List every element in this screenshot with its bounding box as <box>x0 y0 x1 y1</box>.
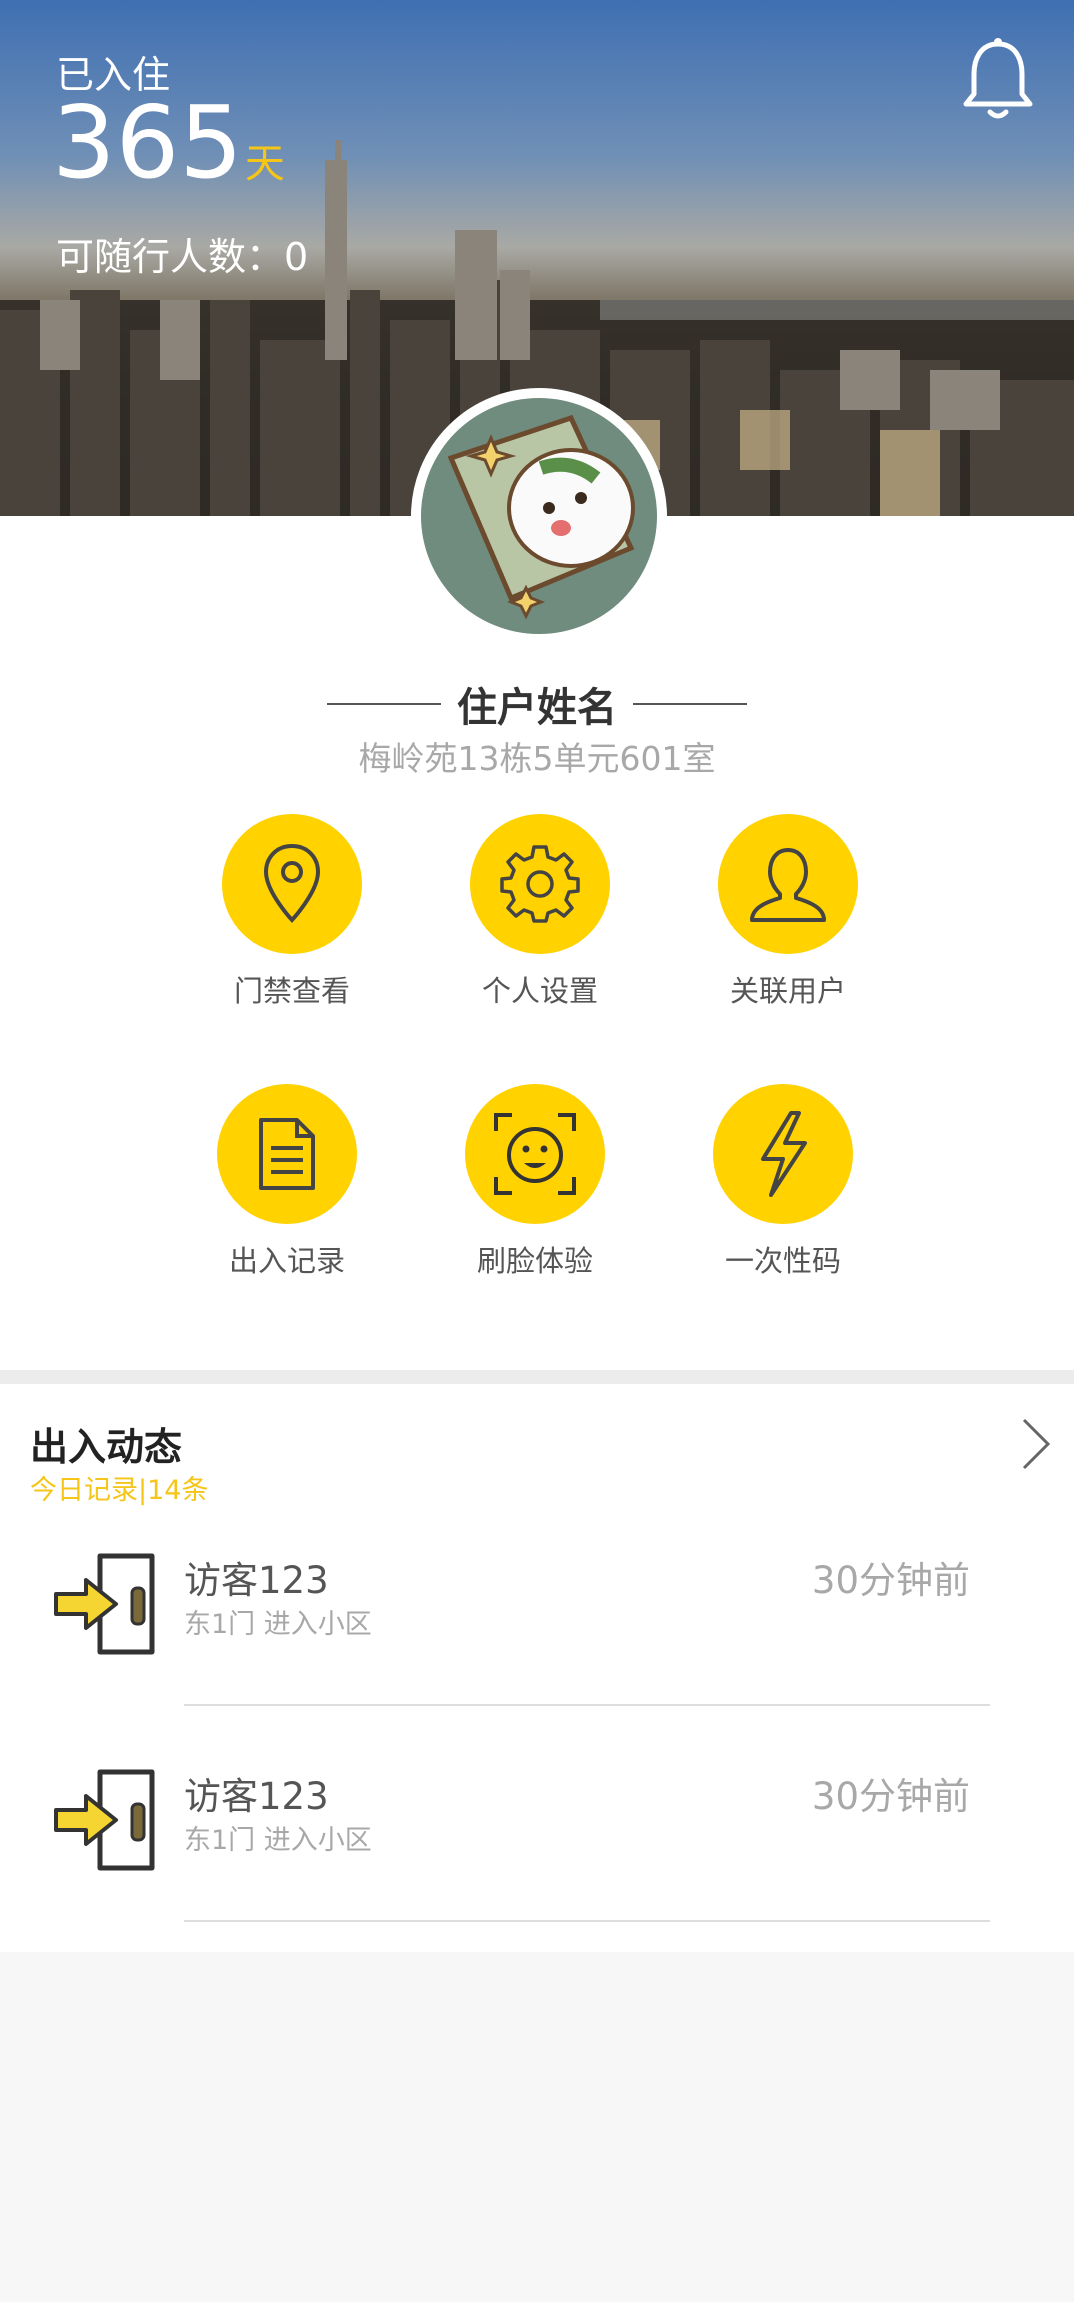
avatar[interactable] <box>411 388 667 644</box>
resident-name: 住户姓名 <box>457 685 617 731</box>
location-pin-icon <box>263 843 321 923</box>
chevron-right-icon[interactable] <box>1018 1414 1054 1474</box>
gear-icon <box>500 845 580 923</box>
companions-label: 可随行人数： <box>56 235 285 279</box>
bell-icon[interactable] <box>960 36 1036 122</box>
companions-count: 0 <box>284 235 309 279</box>
action-circle <box>222 814 362 954</box>
document-icon <box>259 1118 315 1190</box>
companions-info: 可随行人数：0 <box>56 226 308 281</box>
activity-subtitle: 今日记录|14条 <box>30 1475 209 1506</box>
list-item[interactable]: 访客123 东1门 进入小区 30分钟前 <box>0 1514 1074 1730</box>
action-label: 一次性码 <box>724 1244 841 1278</box>
action-circle <box>713 1084 853 1224</box>
action-circle <box>217 1084 357 1224</box>
action-access-records[interactable]: 出入记录 <box>197 1084 377 1280</box>
action-one-time-code[interactable]: 一次性码 <box>693 1084 873 1280</box>
row-divider <box>184 1920 990 1922</box>
face-scan-icon <box>494 1113 576 1195</box>
action-label: 关联用户 <box>729 974 846 1008</box>
user-icon <box>750 848 826 922</box>
lightning-icon <box>761 1111 807 1197</box>
action-label: 门禁查看 <box>233 974 350 1008</box>
resident-address: 梅岭苑13栋5单元601室 <box>358 739 716 778</box>
record-location: 东1门 进入小区 <box>184 1825 372 1856</box>
days-number: 365 <box>52 84 243 201</box>
action-label: 刷脸体验 <box>476 1244 593 1278</box>
action-personal-settings[interactable]: 个人设置 <box>450 814 630 1010</box>
avatar-cartoon <box>421 398 657 634</box>
list-item[interactable]: 访客123 东1门 进入小区 30分钟前 <box>0 1730 1074 1946</box>
action-circle <box>470 814 610 954</box>
record-time: 30分钟前 <box>811 1775 970 1818</box>
action-label: 出入记录 <box>228 1244 345 1278</box>
record-time: 30分钟前 <box>811 1559 970 1602</box>
days-unit: 天 <box>244 141 285 187</box>
activity-title: 出入动态 <box>30 1425 183 1469</box>
row-divider <box>184 1704 990 1706</box>
days-counter: 365天 <box>52 88 285 198</box>
action-circle <box>465 1084 605 1224</box>
resident-name-row: 住户姓名 <box>0 674 1074 734</box>
action-linked-users[interactable]: 关联用户 <box>698 814 878 1010</box>
record-location: 东1门 进入小区 <box>184 1609 372 1640</box>
record-name: 访客123 <box>184 1775 329 1818</box>
door-entry-icon <box>54 1769 155 1871</box>
activity-section: 出入动态 今日记录|14条 访客123 东1门 进入小区 30分钟前 访客123… <box>0 1384 1074 1952</box>
section-divider <box>0 1370 1074 1384</box>
action-access-view[interactable]: 门禁查看 <box>202 814 382 1010</box>
divider-line <box>327 703 441 705</box>
door-entry-icon <box>54 1553 155 1655</box>
action-face-scan[interactable]: 刷脸体验 <box>445 1084 625 1280</box>
divider-line <box>633 703 747 705</box>
action-circle <box>718 814 858 954</box>
action-label: 个人设置 <box>481 974 598 1008</box>
record-name: 访客123 <box>184 1559 329 1602</box>
